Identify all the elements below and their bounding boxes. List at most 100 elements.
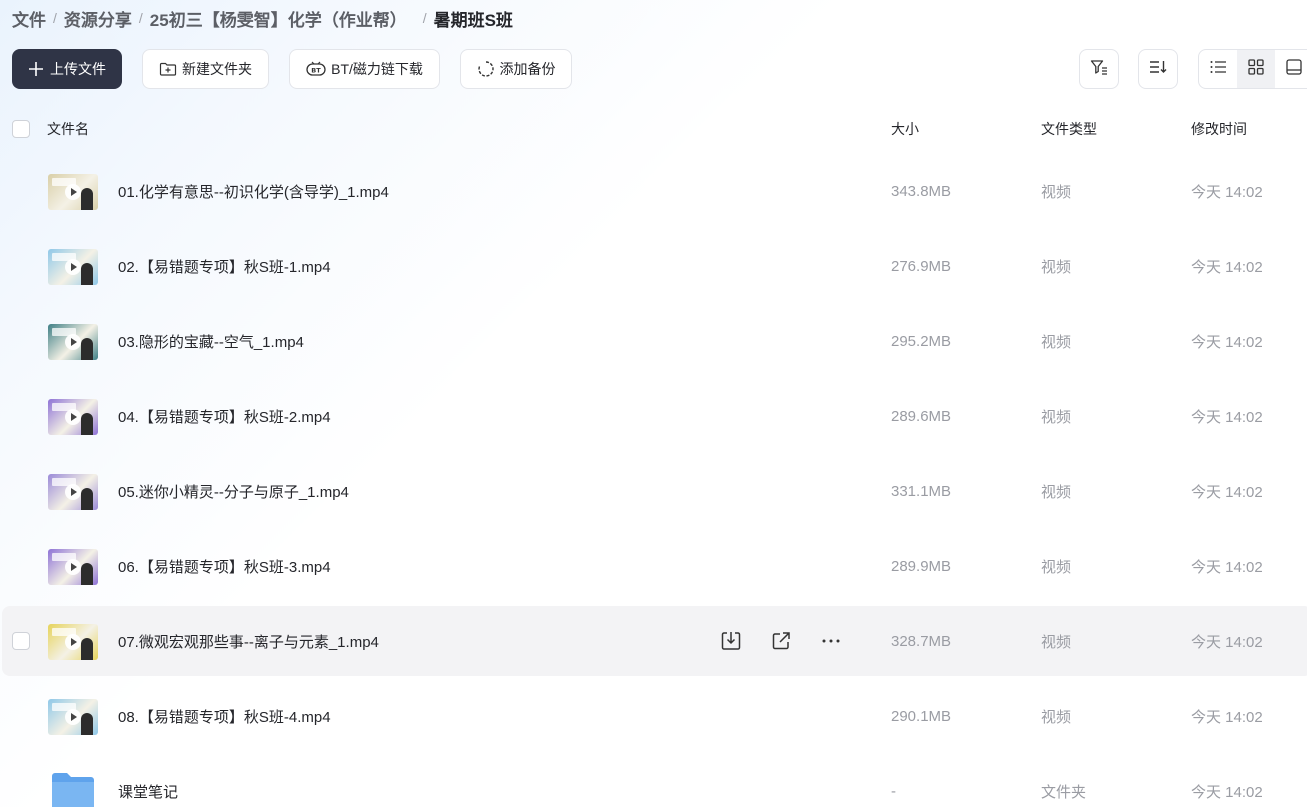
file-modified: 今天 14:02 [1191, 783, 1263, 801]
grid-view-button[interactable] [1237, 50, 1275, 88]
file-modified: 今天 14:02 [1191, 708, 1263, 726]
table-row[interactable]: 08.【易错题专项】秋S班-4.mp4 290.1MB 视频 今天 14:02 [2, 681, 1307, 751]
table-row[interactable]: 06.【易错题专项】秋S班-3.mp4 289.9MB 视频 今天 14:02 [2, 531, 1307, 601]
add-backup-button[interactable]: 添加备份 [460, 49, 572, 89]
breadcrumb-item-files[interactable]: 文件 [12, 6, 46, 31]
thumbnail-teacher [81, 338, 93, 360]
file-size: 343.8MB [891, 182, 952, 200]
table-row[interactable]: 03.隐形的宝藏--空气_1.mp4 295.2MB 视频 今天 14:02 [2, 306, 1307, 376]
file-name[interactable]: 课堂笔记 [118, 756, 178, 807]
file-size: 328.7MB [891, 632, 952, 650]
file-name[interactable]: 06.【易错题专项】秋S班-3.mp4 [118, 531, 331, 601]
video-thumbnail [48, 324, 98, 360]
file-size: 331.1MB [891, 482, 952, 500]
filter-button[interactable] [1079, 49, 1119, 89]
video-thumbnail [48, 624, 98, 660]
sort-button[interactable] [1138, 49, 1178, 89]
header-modified[interactable]: 修改时间 [1191, 110, 1247, 148]
breadcrumb-separator: / [53, 10, 57, 26]
video-thumbnail [48, 474, 98, 510]
file-size: 290.1MB [891, 707, 952, 725]
file-type: 视频 [1041, 633, 1072, 651]
file-name[interactable]: 04.【易错题专项】秋S班-2.mp4 [118, 381, 331, 451]
file-size: - [891, 782, 896, 800]
play-icon [65, 709, 81, 725]
row-checkbox[interactable] [12, 632, 30, 650]
file-size: 276.9MB [891, 257, 952, 275]
header-type[interactable]: 文件类型 [1041, 110, 1097, 148]
file-size: 295.2MB [891, 332, 952, 350]
download-button[interactable] [718, 628, 744, 654]
select-all-checkbox[interactable] [12, 120, 30, 138]
play-icon [65, 559, 81, 575]
file-modified: 今天 14:02 [1191, 333, 1263, 351]
file-type: 视频 [1041, 258, 1072, 276]
folder-plus-icon [159, 61, 177, 77]
thumbnail-teacher [81, 488, 93, 510]
header-name[interactable]: 文件名 [47, 110, 89, 148]
share-button[interactable] [768, 628, 794, 654]
list-view-button[interactable] [1199, 50, 1237, 88]
file-type: 视频 [1041, 183, 1072, 201]
preview-view-button[interactable] [1275, 50, 1307, 88]
breadcrumb-separator: / [422, 10, 427, 26]
file-modified: 今天 14:02 [1191, 258, 1263, 276]
table-row[interactable]: 05.迷你小精灵--分子与原子_1.mp4 331.1MB 视频 今天 14:02 [2, 456, 1307, 526]
list-icon [1209, 59, 1227, 80]
breadcrumb: 文件 / 资源分享 / 25初三【杨雯智】化学（作业帮） / 暑期班S班 [12, 6, 513, 30]
file-type: 视频 [1041, 558, 1072, 576]
file-name[interactable]: 08.【易错题专项】秋S班-4.mp4 [118, 681, 331, 751]
view-mode-switcher [1198, 49, 1307, 89]
bt-download-button[interactable]: BT BT/磁力链下载 [289, 49, 440, 89]
upload-button-label: 上传文件 [50, 61, 106, 77]
sort-icon [1148, 57, 1168, 82]
file-name[interactable]: 05.迷你小精灵--分子与原子_1.mp4 [118, 456, 349, 526]
file-type: 视频 [1041, 483, 1072, 501]
thumbnail-teacher [81, 188, 93, 210]
file-name[interactable]: 03.隐形的宝藏--空气_1.mp4 [118, 306, 304, 376]
video-thumbnail [48, 249, 98, 285]
table-header: 文件名 大小 文件类型 修改时间 [0, 110, 1307, 148]
video-thumbnail [48, 699, 98, 735]
header-size[interactable]: 大小 [891, 110, 919, 148]
more-icon [820, 630, 842, 652]
breadcrumb-item-course[interactable]: 25初三【杨雯智】化学（作业帮） [150, 6, 407, 31]
table-row[interactable]: 02.【易错题专项】秋S班-1.mp4 276.9MB 视频 今天 14:02 [2, 231, 1307, 301]
thumbnail-teacher [81, 263, 93, 285]
table-row[interactable]: 04.【易错题专项】秋S班-2.mp4 289.6MB 视频 今天 14:02 [2, 381, 1307, 451]
thumbnail-teacher [81, 563, 93, 585]
share-icon [770, 630, 792, 652]
plus-icon [28, 61, 44, 77]
breadcrumb-item-current: 暑期班S班 [433, 10, 513, 30]
file-type: 视频 [1041, 333, 1072, 351]
more-button[interactable] [818, 628, 844, 654]
filter-icon [1089, 57, 1109, 82]
thumbnail-teacher [81, 413, 93, 435]
svg-text:BT: BT [311, 67, 321, 75]
file-modified: 今天 14:02 [1191, 183, 1263, 201]
table-row[interactable]: 课堂笔记 - 文件夹 今天 14:02 [2, 756, 1307, 807]
thumbnail-teacher [81, 713, 93, 735]
video-thumbnail [48, 399, 98, 435]
sync-icon [477, 60, 495, 78]
file-name[interactable]: 01.化学有意思--初识化学(含导学)_1.mp4 [118, 156, 389, 226]
folder-icon [50, 768, 96, 807]
thumbnail-teacher [81, 638, 93, 660]
preview-panel-icon [1285, 58, 1303, 81]
file-modified: 今天 14:02 [1191, 558, 1263, 576]
breadcrumb-item-resource-share[interactable]: 资源分享 [64, 6, 132, 31]
video-thumbnail [48, 549, 98, 585]
file-name[interactable]: 02.【易错题专项】秋S班-1.mp4 [118, 231, 331, 301]
toolbar: 上传文件 新建文件夹 BT BT/磁力链下载 添加备份 [12, 49, 572, 89]
play-icon [65, 259, 81, 275]
table-row[interactable]: 07.微观宏观那些事--离子与元素_1.mp4 328.7MB 视频 今天 14:02 [2, 606, 1307, 676]
add-backup-label: 添加备份 [499, 61, 556, 77]
bt-download-label: BT/磁力链下载 [331, 61, 423, 77]
table-row[interactable]: 01.化学有意思--初识化学(含导学)_1.mp4 343.8MB 视频 今天 14:… [2, 156, 1307, 226]
new-folder-label: 新建文件夹 [182, 61, 252, 77]
play-icon [65, 634, 81, 650]
video-thumbnail [48, 174, 98, 210]
file-name[interactable]: 07.微观宏观那些事--离子与元素_1.mp4 [118, 606, 379, 676]
new-folder-button[interactable]: 新建文件夹 [142, 49, 269, 89]
upload-button[interactable]: 上传文件 [12, 49, 122, 89]
